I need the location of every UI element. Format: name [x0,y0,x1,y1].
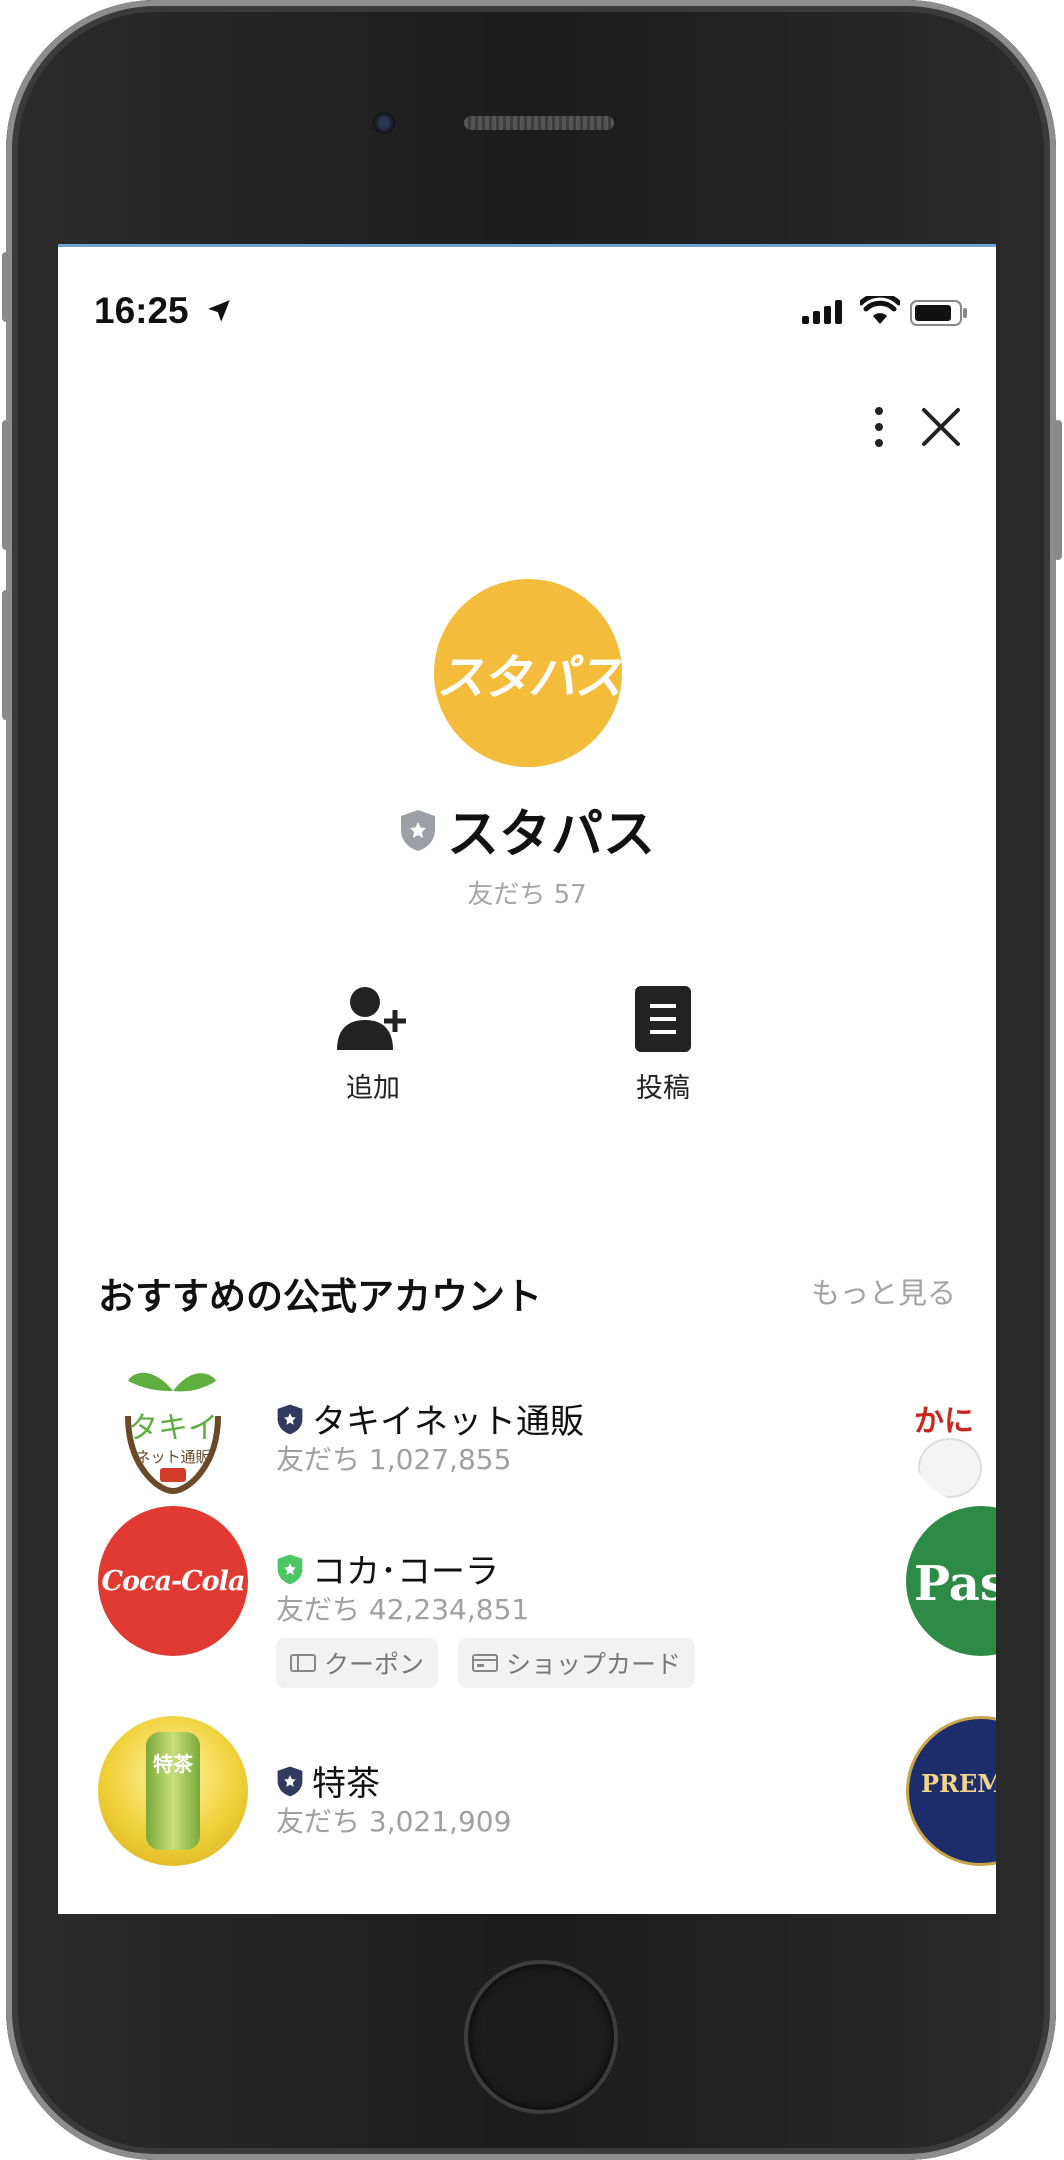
power-button [1054,420,1062,560]
account-friends: 友だち 3,021,909 [276,1805,512,1838]
posts-button[interactable]: 投稿 [593,984,733,1105]
next-account-avatar-pas[interactable]: Pas [906,1506,996,1656]
official-badge-icon [400,809,435,851]
account-avatar-tokucha[interactable]: 特茶 [98,1716,248,1866]
coupon-tag-label: クーポン [324,1650,425,1679]
recommended-section-title: おすすめの公式アカウント [98,1275,542,1318]
account-friends: 友だち 1,027,855 [276,1443,512,1476]
volume-up-button [2,420,10,550]
shop-card-tag: ショップカード [458,1638,696,1688]
kani-logo-text: かに [914,1404,974,1439]
account-avatar-coca-cola[interactable]: Coca-Cola [98,1506,248,1656]
posts-icon [635,986,691,1052]
official-badge-icon [277,1765,303,1796]
pas-logo-text: Pas [914,1556,996,1612]
add-friend-label: 追加 [346,1073,400,1104]
more-options-icon[interactable] [864,404,894,450]
earpiece-speaker [464,116,614,130]
add-friend-button[interactable]: 追加 [303,984,443,1105]
next-account-avatar-kani[interactable]: かに [906,1356,996,1506]
coca-cola-logo-text: Coca-Cola [101,1565,246,1597]
profile-logo-text: スタパス [435,650,622,706]
account-friends: 友だち 42,234,851 [276,1593,530,1626]
shop-card-tag-label: ショップカード [506,1650,682,1679]
kani-mascot [918,1438,982,1498]
tokucha-bottle: 特茶 [146,1732,200,1850]
profile-avatar: スタパス [434,579,622,767]
account-avatar-takii[interactable]: タキイ ネット通販 [98,1356,248,1506]
coupon-icon [290,1654,316,1672]
profile-name-row: スタパス [58,792,996,867]
account-name-row[interactable]: 特茶 [276,1756,380,1805]
location-arrow-icon [208,300,230,322]
battery-icon [910,300,967,326]
official-badge-icon [277,1403,303,1434]
account-name: コカ･コーラ [312,1552,499,1592]
shop-card-icon [472,1654,498,1672]
screen: 16:25 スタパス スタパス 友だち 57 追加 投稿 おすすめの公式アカウン… [58,244,996,1914]
account-name: タキイネット通販 [312,1402,584,1442]
posts-label: 投稿 [636,1073,690,1104]
account-name: 特茶 [312,1764,380,1804]
tokucha-logo-text: 特茶 [153,1752,193,1776]
screen-top-edge [58,244,996,247]
account-name-row[interactable]: タキイネット通販 [276,1394,584,1443]
see-more-link[interactable]: もっと見る [811,1270,956,1312]
takii-logo: タキイ ネット通販 [125,1372,221,1495]
coupon-tag: クーポン [276,1638,439,1688]
svg-text:ネット通販: ネット通販 [135,1448,210,1466]
cellular-signal-icon [802,300,842,324]
next-account-avatar-premium[interactable]: PREMI [906,1716,996,1866]
front-camera [373,112,395,134]
mute-switch [2,252,10,322]
premium-logo-text: PREMI [921,1769,996,1798]
status-time: 16:25 [94,290,189,331]
account-name-row[interactable]: コカ･コーラ [276,1544,499,1593]
home-button[interactable] [464,1960,618,2114]
profile-name: スタパス [446,805,655,865]
official-badge-icon [277,1553,303,1584]
volume-down-button [2,590,10,720]
svg-text:タキイ: タキイ [128,1411,218,1446]
add-friend-icon [337,987,406,1050]
profile-friends-count: 友だち 57 [467,880,587,910]
close-icon[interactable] [918,404,964,450]
wifi-icon [860,296,900,324]
